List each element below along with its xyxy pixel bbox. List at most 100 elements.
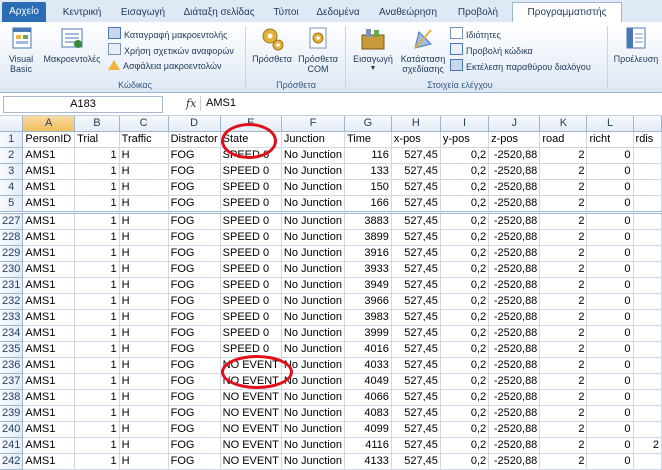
cell[interactable] bbox=[633, 277, 662, 294]
cell[interactable]: 2 bbox=[539, 389, 588, 406]
cell[interactable]: 0,2 bbox=[440, 179, 490, 196]
cell[interactable]: No Junction bbox=[281, 437, 345, 454]
cell[interactable]: AMS1 bbox=[22, 325, 76, 342]
row-header[interactable]: 236 bbox=[0, 357, 24, 374]
cell[interactable]: AMS1 bbox=[22, 357, 76, 374]
cell[interactable]: 527,45 bbox=[391, 421, 441, 438]
cell[interactable]: 3916 bbox=[344, 245, 392, 262]
cell[interactable]: 0,2 bbox=[440, 212, 490, 230]
cell[interactable]: 527,45 bbox=[391, 277, 441, 294]
cell[interactable]: FOG bbox=[168, 147, 221, 164]
cell[interactable]: 2 bbox=[539, 453, 588, 470]
cell[interactable]: NO EVENT bbox=[220, 405, 282, 422]
cell[interactable]: 3999 bbox=[344, 325, 392, 342]
cell[interactable]: No Junction bbox=[281, 389, 345, 406]
cell[interactable]: No Junction bbox=[281, 147, 345, 164]
cell[interactable]: H bbox=[119, 341, 169, 358]
cell[interactable] bbox=[633, 373, 662, 390]
row-header[interactable]: 229 bbox=[0, 245, 24, 262]
cell[interactable]: 0 bbox=[586, 421, 634, 438]
run-dialog-button[interactable]: Εκτέλεση παραθύρου διαλόγου bbox=[450, 59, 591, 73]
cell[interactable]: -2520,88 bbox=[488, 293, 541, 310]
column-header[interactable]: E bbox=[220, 116, 282, 132]
cell[interactable] bbox=[633, 293, 662, 310]
cell[interactable]: 1 bbox=[74, 293, 120, 310]
cell[interactable]: 0,2 bbox=[440, 437, 490, 454]
column-header[interactable]: D bbox=[168, 116, 221, 132]
cell[interactable]: AMS1 bbox=[22, 309, 76, 326]
column-header[interactable] bbox=[633, 116, 662, 132]
cell[interactable]: 527,45 bbox=[391, 357, 441, 374]
tab-home[interactable]: Κεντρική bbox=[54, 3, 110, 22]
row-header[interactable]: 231 bbox=[0, 277, 24, 294]
cell[interactable]: 2 bbox=[539, 179, 588, 196]
row-header[interactable]: 237 bbox=[0, 373, 24, 390]
addins-button[interactable]: Πρόσθετα bbox=[250, 26, 294, 64]
cell[interactable]: 527,45 bbox=[391, 179, 441, 196]
cell[interactable]: 1 bbox=[74, 245, 120, 262]
cell[interactable] bbox=[633, 261, 662, 278]
cell[interactable]: H bbox=[119, 277, 169, 294]
cell[interactable]: H bbox=[119, 325, 169, 342]
cell[interactable]: H bbox=[119, 453, 169, 470]
cell[interactable]: 4099 bbox=[344, 421, 392, 438]
cell[interactable]: AMS1 bbox=[22, 389, 76, 406]
cell[interactable]: 1 bbox=[74, 309, 120, 326]
cell[interactable]: -2520,88 bbox=[488, 357, 541, 374]
cell[interactable]: No Junction bbox=[281, 309, 345, 326]
cell[interactable]: 527,45 bbox=[391, 373, 441, 390]
cell[interactable]: -2520,88 bbox=[488, 277, 541, 294]
cell[interactable]: SPEED 0 bbox=[220, 341, 282, 358]
cell[interactable]: 527,45 bbox=[391, 245, 441, 262]
tab-insert[interactable]: Εισαγωγή bbox=[114, 3, 172, 22]
cell[interactable]: AMS1 bbox=[22, 341, 76, 358]
cell[interactable]: H bbox=[119, 261, 169, 278]
column-header[interactable]: B bbox=[74, 116, 120, 132]
cell[interactable]: 1 bbox=[74, 421, 120, 438]
cell[interactable]: 2 bbox=[539, 341, 588, 358]
cell[interactable]: 0 bbox=[586, 341, 634, 358]
cell[interactable]: AMS1 bbox=[22, 373, 76, 390]
cell[interactable]: No Junction bbox=[281, 453, 345, 470]
column-header[interactable]: A bbox=[22, 116, 76, 132]
cell[interactable]: 0,2 bbox=[440, 229, 490, 246]
cell[interactable]: -2520,88 bbox=[488, 405, 541, 422]
cell[interactable]: No Junction bbox=[281, 245, 345, 262]
row-header[interactable]: 1 bbox=[0, 131, 24, 148]
cell[interactable]: 527,45 bbox=[391, 405, 441, 422]
cell[interactable]: 1 bbox=[74, 453, 120, 470]
cell[interactable]: 3949 bbox=[344, 277, 392, 294]
cell[interactable]: 1 bbox=[74, 341, 120, 358]
cell[interactable]: -2520,88 bbox=[488, 453, 541, 470]
cell[interactable]: 4083 bbox=[344, 405, 392, 422]
cell[interactable]: 1 bbox=[74, 373, 120, 390]
cell[interactable]: 0,2 bbox=[440, 261, 490, 278]
cell[interactable]: 0,2 bbox=[440, 147, 490, 164]
cell[interactable]: 527,45 bbox=[391, 341, 441, 358]
cell[interactable]: 3933 bbox=[344, 261, 392, 278]
cell[interactable]: -2520,88 bbox=[488, 163, 541, 180]
row-header[interactable]: 230 bbox=[0, 261, 24, 278]
cell[interactable]: 3983 bbox=[344, 309, 392, 326]
cell[interactable]: SPEED 0 bbox=[220, 277, 282, 294]
cell[interactable]: 0,2 bbox=[440, 325, 490, 342]
cell[interactable]: -2520,88 bbox=[488, 373, 541, 390]
cell[interactable]: H bbox=[119, 245, 169, 262]
cell[interactable]: FOG bbox=[168, 245, 221, 262]
cell[interactable]: 0,2 bbox=[440, 277, 490, 294]
cell[interactable]: -2520,88 bbox=[488, 179, 541, 196]
cell[interactable]: SPEED 0 bbox=[220, 195, 282, 214]
cell[interactable]: 0 bbox=[586, 293, 634, 310]
cell[interactable]: AMS1 bbox=[22, 163, 76, 180]
tab-formulas[interactable]: Τύποι bbox=[266, 3, 306, 22]
row-header[interactable]: 234 bbox=[0, 325, 24, 342]
cell[interactable] bbox=[633, 325, 662, 342]
cell[interactable]: 0 bbox=[586, 229, 634, 246]
cell[interactable]: FOG bbox=[168, 325, 221, 342]
cell[interactable]: No Junction bbox=[281, 212, 345, 230]
cell[interactable]: SPEED 0 bbox=[220, 309, 282, 326]
cell[interactable]: 2 bbox=[539, 229, 588, 246]
cell[interactable]: NO EVENT bbox=[220, 357, 282, 374]
cell[interactable]: -2520,88 bbox=[488, 325, 541, 342]
row-header[interactable]: 227 bbox=[0, 212, 24, 230]
